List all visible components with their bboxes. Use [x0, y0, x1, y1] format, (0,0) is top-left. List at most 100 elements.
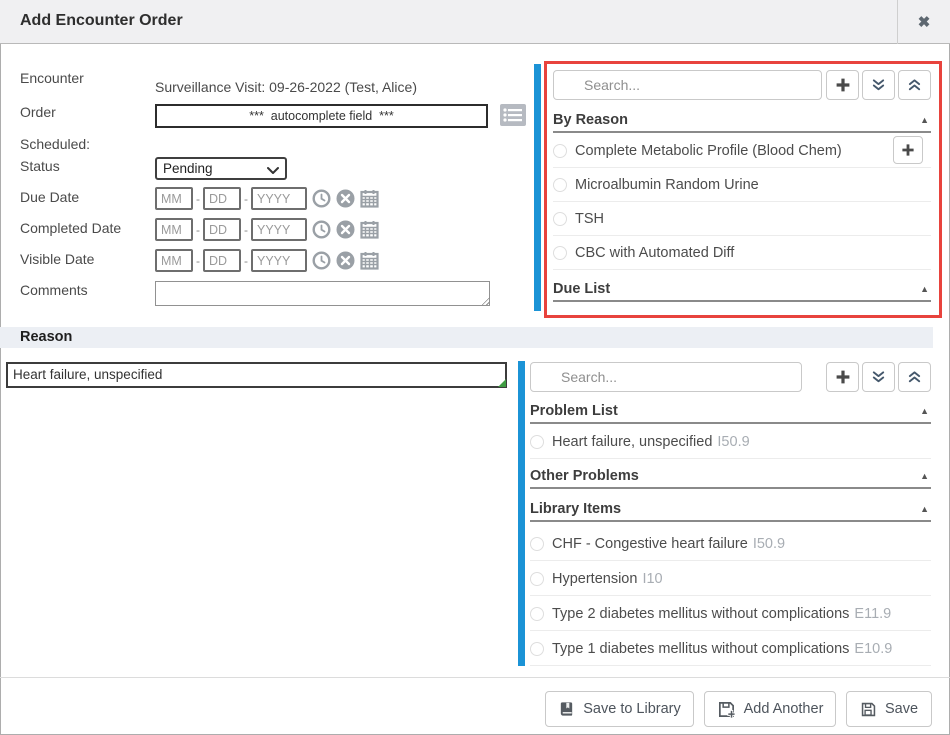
comments-textarea[interactable]: [155, 281, 490, 306]
radio-icon[interactable]: [553, 212, 567, 226]
radio-icon[interactable]: [530, 572, 544, 586]
collapse-caret-icon[interactable]: ▲: [920, 284, 929, 294]
close-button[interactable]: ✖: [897, 0, 950, 44]
radio-icon[interactable]: [553, 144, 567, 158]
order-autocomplete-input[interactable]: [155, 104, 488, 128]
visible-date-year-input[interactable]: [251, 249, 307, 272]
save-button[interactable]: Save: [846, 691, 932, 727]
visible-date-group: - -: [155, 249, 379, 272]
status-label: Status: [20, 158, 60, 174]
expand-all-button[interactable]: [862, 362, 895, 392]
diagnosis-code: I10: [642, 571, 662, 587]
reason-list-item[interactable]: Type 2 diabetes mellitus without complic…: [530, 597, 931, 631]
add-another-label: Add Another: [744, 701, 824, 717]
visible-date-day-input[interactable]: [203, 249, 241, 272]
double-chevron-down-icon: [871, 78, 886, 93]
date-separator: -: [244, 254, 248, 268]
save-to-library-label: Save to Library: [583, 701, 681, 717]
reason-item-label: Type 2 diabetes mellitus without complic…: [552, 606, 849, 622]
double-chevron-up-icon: [907, 370, 922, 385]
add-item-button[interactable]: [893, 136, 923, 164]
collapse-caret-icon[interactable]: ▲: [920, 471, 929, 481]
reason-textarea[interactable]: Heart failure, unspecified: [6, 362, 507, 388]
completed-date-day-input[interactable]: [203, 218, 241, 241]
visible-date-month-input[interactable]: [155, 249, 193, 272]
order-item-label: Complete Metabolic Profile (Blood Chem): [575, 143, 842, 159]
calendar-icon[interactable]: [360, 189, 379, 208]
order-search-input[interactable]: [553, 70, 822, 100]
reason-search-input[interactable]: [530, 362, 802, 392]
add-encounter-order-dialog: Add Encounter Order ✖ Encounter Surveill…: [0, 0, 950, 735]
radio-icon[interactable]: [530, 537, 544, 551]
calendar-icon[interactable]: [360, 251, 379, 270]
order-lookup-button[interactable]: [499, 102, 527, 128]
radio-icon[interactable]: [530, 435, 544, 449]
order-list-item[interactable]: Microalbumin Random Urine: [553, 168, 931, 202]
completed-date-year-input[interactable]: [251, 218, 307, 241]
clock-icon[interactable]: [312, 220, 331, 239]
reason-list-item[interactable]: CHF - Congestive heart failure I50.9: [530, 527, 931, 561]
double-chevron-up-icon: [907, 78, 922, 93]
collapse-caret-icon[interactable]: ▲: [920, 406, 929, 416]
radio-icon[interactable]: [553, 178, 567, 192]
plus-icon: [835, 77, 851, 93]
collapse-caret-icon[interactable]: ▲: [920, 115, 929, 125]
calendar-icon[interactable]: [360, 220, 379, 239]
save-label: Save: [885, 701, 918, 717]
diagnosis-code: E11.9: [854, 606, 891, 622]
collapse-all-button[interactable]: [898, 362, 931, 392]
add-reason-button[interactable]: [826, 362, 859, 392]
collapse-caret-icon[interactable]: ▲: [920, 504, 929, 514]
book-icon: [558, 701, 575, 718]
add-another-button[interactable]: Add Another: [704, 691, 836, 727]
order-list-item[interactable]: CBC with Automated Diff: [553, 236, 931, 270]
reason-item-label: Heart failure, unspecified: [552, 434, 712, 450]
visible-date-label: Visible Date: [20, 251, 94, 267]
clock-icon[interactable]: [312, 251, 331, 270]
clock-icon[interactable]: [312, 189, 331, 208]
clear-date-icon[interactable]: [336, 251, 355, 270]
due-date-day-input[interactable]: [203, 187, 241, 210]
due-date-group: - -: [155, 187, 379, 210]
date-separator: -: [196, 254, 200, 268]
add-order-button[interactable]: [826, 70, 859, 100]
section-header-label: Due List: [553, 281, 610, 297]
radio-icon[interactable]: [530, 642, 544, 656]
scheduled-label: Scheduled:: [20, 136, 90, 152]
reason-list-item[interactable]: Hypertension I10: [530, 562, 931, 596]
section-header-library-items[interactable]: Library Items ▲: [530, 497, 931, 522]
plus-icon: [835, 369, 851, 385]
save-to-library-button[interactable]: Save to Library: [545, 691, 694, 727]
footer-divider: [0, 677, 950, 678]
radio-icon[interactable]: [553, 246, 567, 260]
panel-accent-bar: [534, 64, 541, 311]
diagnosis-code: I50.9: [717, 434, 749, 450]
date-separator: -: [244, 223, 248, 237]
reason-list-item[interactable]: Type 1 diabetes mellitus without complic…: [530, 632, 931, 666]
order-list-item[interactable]: TSH: [553, 202, 931, 236]
diagnosis-code: E10.9: [854, 641, 892, 657]
encounter-value: Surveillance Visit: 09-26-2022 (Test, Al…: [155, 79, 417, 95]
status-select[interactable]: Pending: [155, 157, 287, 180]
order-list-item[interactable]: Complete Metabolic Profile (Blood Chem): [553, 134, 931, 168]
reason-list-item[interactable]: Heart failure, unspecified I50.9: [530, 425, 931, 459]
clear-date-icon[interactable]: [336, 220, 355, 239]
section-header-label: By Reason: [553, 112, 628, 128]
plus-icon: [901, 143, 915, 157]
section-header-label: Library Items: [530, 501, 621, 517]
dialog-titlebar: Add Encounter Order ✖: [0, 0, 950, 44]
section-header-problem-list[interactable]: Problem List ▲: [530, 399, 931, 424]
due-date-year-input[interactable]: [251, 187, 307, 210]
due-date-month-input[interactable]: [155, 187, 193, 210]
collapse-all-button[interactable]: [898, 70, 931, 100]
radio-icon[interactable]: [530, 607, 544, 621]
diagnosis-code: I50.9: [753, 536, 785, 552]
section-header-due-list[interactable]: Due List ▲: [553, 277, 931, 302]
clear-date-icon[interactable]: [336, 189, 355, 208]
section-header-label: Other Problems: [530, 468, 639, 484]
reason-item-label: CHF - Congestive heart failure: [552, 536, 748, 552]
section-header-by-reason[interactable]: By Reason ▲: [553, 108, 931, 133]
completed-date-month-input[interactable]: [155, 218, 193, 241]
section-header-other-problems[interactable]: Other Problems ▲: [530, 464, 931, 489]
expand-all-button[interactable]: [862, 70, 895, 100]
